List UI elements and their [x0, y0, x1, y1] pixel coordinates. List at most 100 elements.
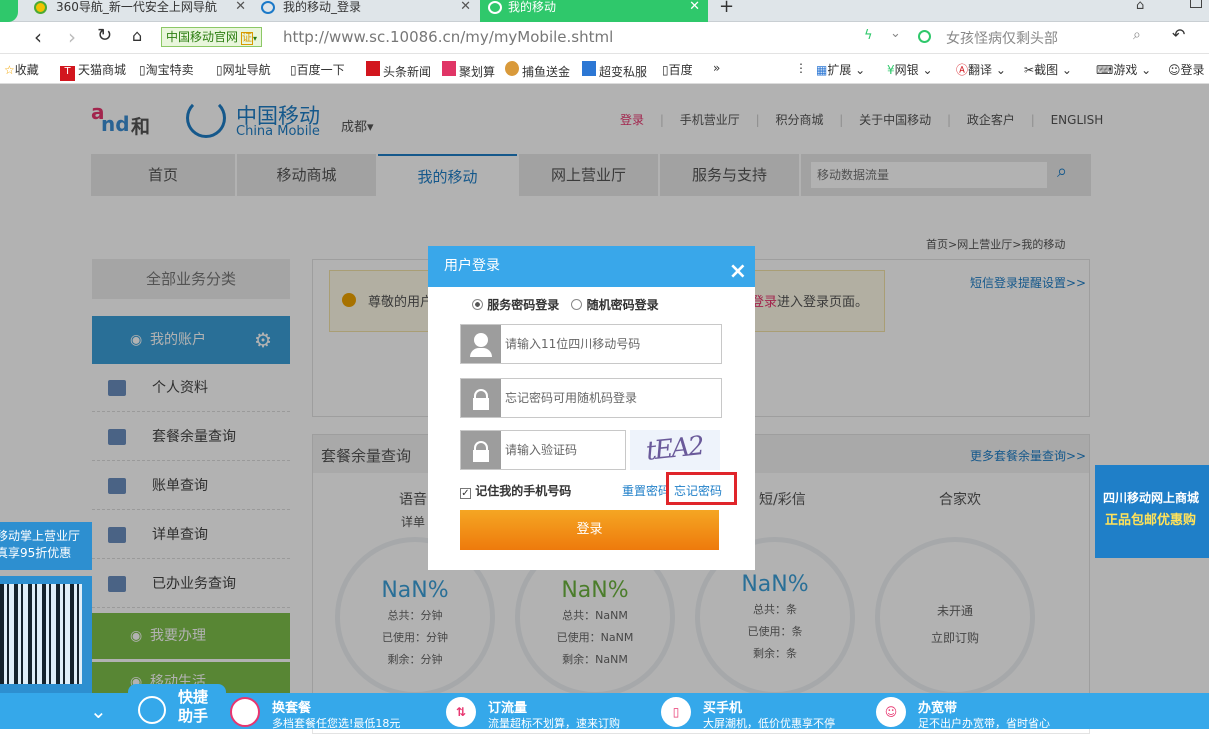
forward-icon[interactable]: ›	[68, 25, 76, 49]
login-button[interactable]: 登录	[460, 510, 719, 550]
lock-icon	[461, 379, 501, 417]
tab-title: 我的移动_登录	[283, 0, 362, 14]
forgot-password-link[interactable]: 忘记密码	[674, 482, 722, 499]
page-icon: ▯	[290, 63, 297, 77]
restore-window-icon[interactable]	[1190, 0, 1202, 8]
left-promo-line1: 移动掌上营业厅	[0, 529, 81, 543]
quick-assist-badge[interactable]: 快捷助手	[128, 684, 226, 729]
dialog-header: 用户登录 ×	[428, 246, 755, 287]
radio-random-password[interactable]: 随机密码登录	[571, 298, 659, 312]
close-icon[interactable]: ✕	[235, 0, 246, 14]
login-dialog: 用户登录 × 服务密码登录 随机密码登录 tEA2 ✓ 记住我的手机号码 重置密…	[428, 246, 755, 570]
captcha-field	[460, 430, 626, 470]
captcha-text: tEA2	[644, 431, 705, 467]
tool-translate[interactable]: Ⓐ翻译 ⌄	[956, 61, 1006, 78]
login-type-radios: 服务密码登录 随机密码登录	[472, 296, 659, 313]
quick-broadband[interactable]: ☺ 办宽带 足不出户办宽带，省时省心	[876, 693, 1076, 730]
tool-netbank[interactable]: ¥网银 ⌄	[887, 61, 933, 78]
tab-my-mobile-login[interactable]: 我的移动_登录 ✕	[255, 0, 479, 22]
right-promo-line2: 正品包邮优惠购	[1105, 513, 1197, 528]
juhuasuan-icon	[442, 61, 456, 76]
search-engine-icon	[918, 30, 931, 43]
page-icon: ▯	[216, 63, 223, 77]
fish-icon	[505, 61, 519, 76]
password-input[interactable]	[505, 387, 715, 409]
close-icon[interactable]: ✕	[460, 0, 471, 14]
broadband-icon: ☺	[876, 697, 906, 727]
tab-360-navigation[interactable]: 360导航_新一代安全上网导航 ✕	[28, 0, 254, 22]
radio-unselected-icon	[571, 299, 583, 310]
tab-my-mobile[interactable]: 我的移动 ✕	[480, 0, 708, 22]
quick-order-data[interactable]: ⇅ 订流量 流量超标不划算，速来订购	[446, 693, 636, 730]
quick-change-plan[interactable]: 换套餐 多档套餐任您选!最低18元	[230, 693, 420, 730]
search-icon[interactable]: ⌕	[1133, 27, 1141, 43]
bookmark-baidu-search[interactable]: ▯百度一下	[290, 61, 345, 78]
browser-logo-icon[interactable]	[0, 0, 18, 22]
remember-label: 记住我的手机号码	[475, 484, 572, 498]
user-icon: ☺	[1168, 63, 1181, 77]
url-field[interactable]: http://www.sc.10086.cn/my/myMobile.shtml	[283, 28, 613, 46]
more-bookmarks[interactable]: »	[713, 61, 720, 75]
close-icon[interactable]: ✕	[689, 0, 700, 14]
quick-buy-phone[interactable]: ▯ 买手机 大屏潮机，低价优惠享不停	[661, 693, 861, 730]
close-icon[interactable]: ×	[729, 252, 747, 292]
tab-title: 我的移动	[508, 0, 557, 14]
bookmark-headlines[interactable]: 头条新闻	[366, 61, 431, 80]
dialog-title: 用户登录	[444, 258, 500, 274]
bag-icon	[230, 697, 260, 727]
reset-password-link[interactable]: 重置密码	[622, 482, 668, 499]
bookmark-baidu[interactable]: ▯百度	[662, 61, 693, 78]
radio-service-password[interactable]: 服务密码登录	[472, 298, 559, 312]
trusted-site-badge[interactable]: 中国移动官网 证▾	[161, 27, 263, 47]
chevron-down-icon[interactable]: ⌄	[890, 26, 901, 41]
transfer-arrows-icon: ⇅	[446, 697, 476, 727]
user-icon	[461, 325, 501, 363]
bookmark-favorites[interactable]: ☆收藏	[4, 61, 39, 78]
quick-assist-bar: ⌄ 快捷助手 换套餐 多档套餐任您选!最低18元 ⇅ 订流量 流量超标不划算，速…	[0, 684, 1209, 730]
undo-icon[interactable]: ↶	[1172, 25, 1185, 44]
back-icon[interactable]: ‹	[34, 25, 42, 49]
collapse-chevron-icon[interactable]: ⌄	[90, 701, 118, 723]
menu-dots-icon[interactable]: ⋮	[795, 61, 807, 75]
captcha-image[interactable]: tEA2	[630, 430, 720, 470]
tool-login[interactable]: ☺登录	[1168, 61, 1205, 78]
left-promo[interactable]: 移动掌上营业厅 真享95折优惠	[0, 522, 92, 570]
phone-icon: ▯	[661, 697, 691, 727]
phone-input[interactable]	[505, 333, 715, 355]
home-icon[interactable]: ⌂	[132, 26, 142, 45]
right-promo-line1: 四川移动网上商城	[1103, 491, 1200, 505]
china-mobile-icon	[488, 1, 502, 14]
tool-screenshot[interactable]: ✂截图 ⌄	[1024, 61, 1072, 78]
reload-icon[interactable]: ↻	[97, 25, 112, 46]
bookmark-bar: ☆收藏 T 天猫商城 ▯淘宝特卖 ▯网址导航 ▯百度一下 头条新闻 聚划算 捕鱼送…	[0, 54, 1209, 84]
certificate-icon: 证	[241, 32, 254, 45]
qr-code[interactable]	[0, 576, 92, 693]
compass-icon	[138, 696, 166, 724]
headlines-icon	[366, 61, 380, 76]
gamepad-icon: ⌨	[1096, 63, 1114, 77]
remember-row: ✓ 记住我的手机号码	[460, 482, 571, 499]
bookmark-tmall[interactable]: T 天猫商城	[60, 61, 126, 81]
address-bar-row: ‹ › ↻ ⌂ 中国移动官网 证▾ http://www.sc.10086.cn/…	[0, 22, 1209, 54]
remember-checkbox[interactable]: ✓	[460, 488, 471, 499]
phone-field	[460, 324, 722, 364]
password-field	[460, 378, 722, 418]
captcha-input[interactable]	[505, 439, 621, 461]
bookmark-fishing[interactable]: 捕鱼送金	[505, 61, 570, 80]
lock-icon	[461, 431, 501, 469]
tool-games[interactable]: ⌨游戏 ⌄	[1096, 61, 1151, 78]
star-icon: ☆	[4, 63, 15, 77]
bookmark-taobao[interactable]: ▯淘宝特卖	[139, 61, 194, 78]
search-suggestion[interactable]: 女孩怪病仅剩头部	[946, 28, 1058, 48]
bookmark-nav[interactable]: ▯网址导航	[216, 61, 271, 78]
bookmark-private-server[interactable]: 超变私服	[582, 61, 647, 80]
radio-selected-icon	[472, 299, 483, 310]
shirt-icon[interactable]: ⌂	[1136, 0, 1144, 13]
right-promo[interactable]: 四川移动网上商城 正品包邮优惠购	[1095, 465, 1209, 558]
bookmark-juhuasuan[interactable]: 聚划算	[442, 61, 495, 80]
new-tab-button[interactable]: +	[719, 0, 734, 17]
page-icon: ▯	[139, 63, 146, 77]
360-icon	[34, 1, 47, 14]
lightning-icon[interactable]: ϟ	[864, 28, 873, 43]
tool-extensions[interactable]: ▦扩展 ⌄	[816, 61, 865, 78]
